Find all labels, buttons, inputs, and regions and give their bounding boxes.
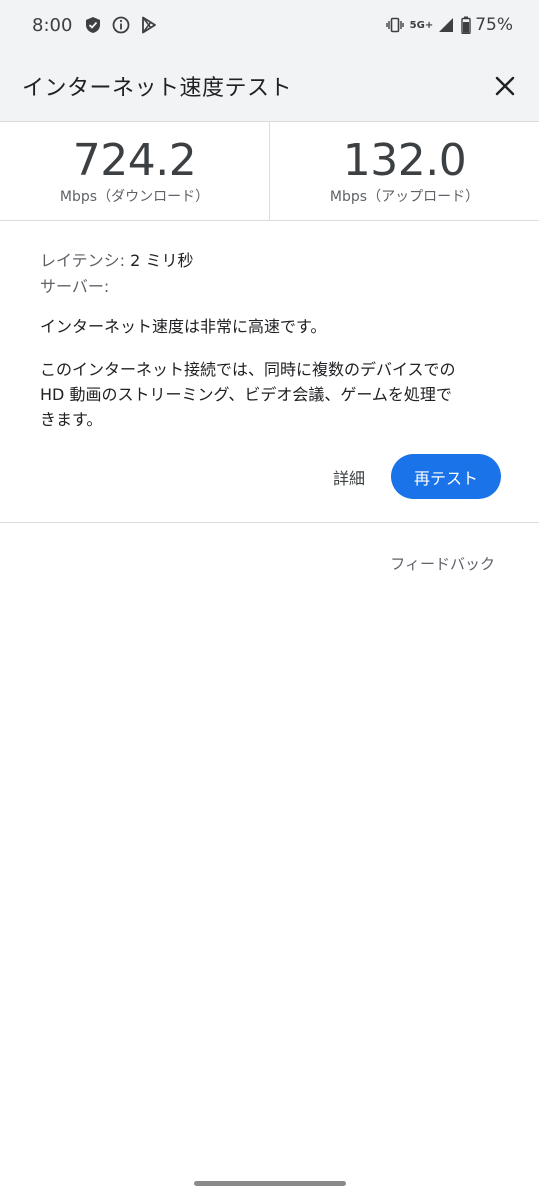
battery-percent: 75% — [475, 15, 513, 35]
divider — [0, 522, 539, 523]
status-left: 8:00 — [32, 15, 168, 36]
close-button[interactable] — [493, 74, 517, 98]
upload-result: 132.0 Mbps（アップロード） — [270, 122, 539, 220]
status-bar: 8:00 5G+ 75% — [0, 0, 539, 50]
description-line: このインターネット接続では、同時に複数のデバイスでの — [40, 360, 456, 379]
latency-value: 2 ミリ秒 — [130, 251, 194, 270]
server-label: サーバー: — [40, 277, 110, 296]
battery-icon — [461, 16, 471, 34]
status-right: 5G+ 75% — [385, 15, 513, 35]
network-type: 5G+ — [409, 19, 434, 31]
play-store-icon — [140, 16, 158, 34]
info-icon — [112, 16, 130, 34]
description-line: きます。 — [40, 410, 103, 429]
speed-summary: インターネット速度は非常に高速です。 — [40, 317, 327, 336]
feedback-link[interactable]: フィードバック — [390, 553, 495, 574]
gesture-nav-handle[interactable] — [194, 1181, 346, 1186]
retest-button[interactable]: 再テスト — [391, 454, 501, 499]
description-line: HD 動画のストリーミング、ビデオ会議、ゲームを処理で — [40, 385, 452, 404]
latency-row: レイテンシ: 2 ミリ秒 — [40, 248, 510, 274]
details-button[interactable]: 詳細 — [333, 465, 365, 489]
upload-speed-unit: Mbps（アップロード） — [329, 189, 480, 205]
download-speed-value: 724.2 — [72, 135, 197, 186]
speed-description: このインターネット接続では、同時に複数のデバイスでの HD 動画のストリーミング… — [40, 357, 510, 432]
status-time: 8:00 — [32, 14, 73, 36]
page-title: インターネット速度テスト — [22, 75, 293, 101]
result-details: レイテンシ: 2 ミリ秒 サーバー: インターネット速度は非常に高速です。 この… — [40, 248, 510, 432]
speed-results: 724.2 Mbps（ダウンロード） 132.0 Mbps（アップロード） — [0, 122, 539, 221]
download-result: 724.2 Mbps（ダウンロード） — [0, 122, 270, 220]
shield-icon — [84, 16, 102, 34]
download-speed-unit: Mbps（ダウンロード） — [59, 189, 210, 205]
close-icon — [495, 76, 515, 95]
upload-speed-value: 132.0 — [342, 135, 467, 186]
server-row: サーバー: — [40, 274, 510, 300]
vibrate-icon — [385, 16, 404, 34]
app-header: インターネット速度テスト — [0, 50, 539, 122]
latency-label: レイテンシ: — [40, 251, 126, 270]
result-actions: 詳細 再テスト — [333, 454, 501, 499]
signal-icon — [437, 16, 455, 34]
speed-test-screen: 8:00 5G+ 75% インターネット速度テスト 724.2 Mbps（ダウン… — [0, 0, 539, 1199]
